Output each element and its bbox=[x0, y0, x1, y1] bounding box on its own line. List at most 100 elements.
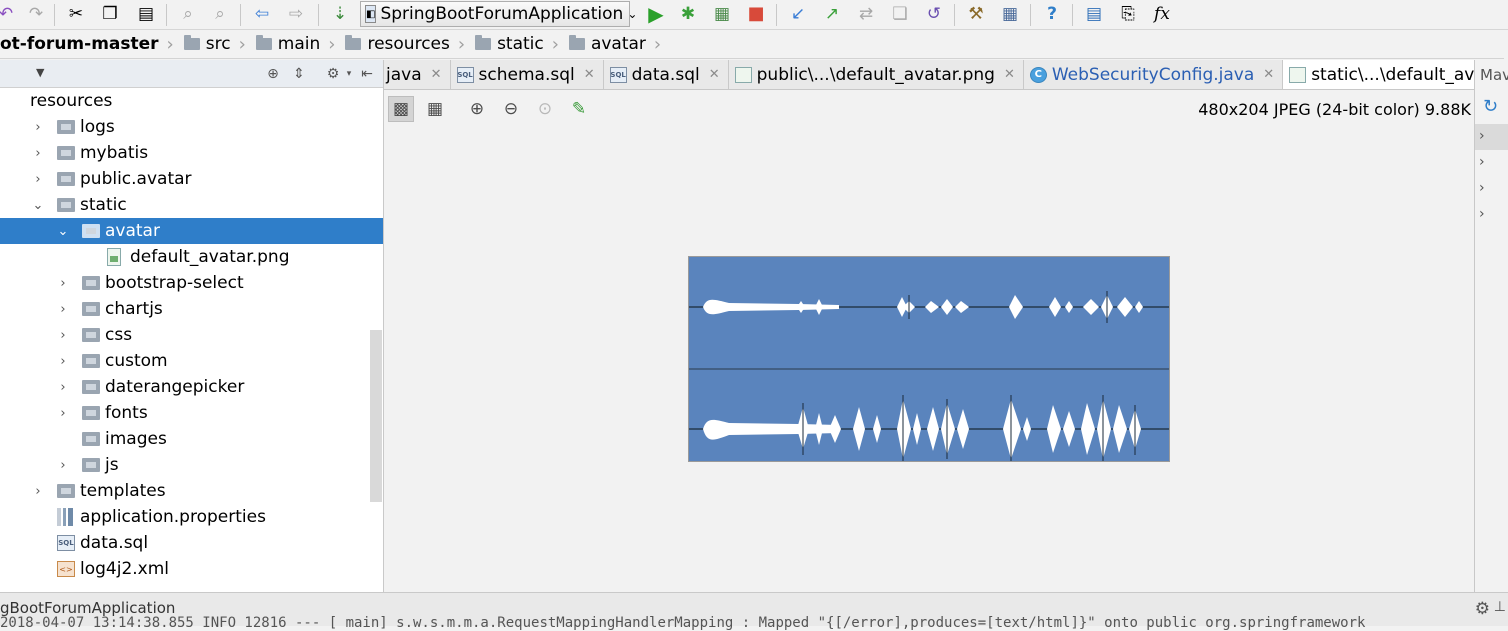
editor-tab[interactable]: SQL data.sql ✕ bbox=[604, 60, 729, 89]
close-icon[interactable]: ✕ bbox=[1263, 67, 1274, 82]
run-icon[interactable]: ▶ bbox=[644, 2, 668, 26]
locate-icon[interactable]: ⊕ bbox=[264, 65, 282, 83]
editor-tab[interactable]: SQL schema.sql ✕ bbox=[451, 60, 604, 89]
tree-scrollbar[interactable] bbox=[370, 330, 382, 502]
vcs-history-icon[interactable]: ❏ bbox=[888, 2, 912, 26]
project-structure-icon[interactable]: ▦ bbox=[998, 2, 1022, 26]
close-icon[interactable]: ✕ bbox=[584, 67, 595, 82]
copy-icon[interactable]: ❐ bbox=[98, 2, 122, 26]
hide-panel-icon[interactable]: ⇤ bbox=[358, 65, 376, 83]
maven-row-expander[interactable]: › bbox=[1479, 128, 1485, 144]
zoom-out-icon[interactable]: ⊖ bbox=[498, 96, 524, 122]
hide-icon[interactable]: ⊥ bbox=[1494, 599, 1506, 615]
view-dropdown-icon[interactable]: ▼ bbox=[36, 66, 44, 79]
tree-item[interactable]: › public.avatar bbox=[0, 166, 383, 192]
run-config-label: SpringBootForumApplication bbox=[380, 4, 624, 24]
maven-row-expander[interactable]: › bbox=[1479, 154, 1485, 170]
zoom-in-icon[interactable]: ⊕ bbox=[464, 96, 490, 122]
editor-tab[interactable]: C WebSecurityConfig.java ✕ bbox=[1024, 60, 1284, 89]
evaluate-icon[interactable]: fx bbox=[1150, 2, 1174, 26]
tree-item[interactable]: › fonts bbox=[0, 400, 383, 426]
tree-item[interactable]: application.properties bbox=[0, 504, 383, 530]
forward-icon[interactable]: ⇨ bbox=[284, 2, 308, 26]
chevron-right-icon[interactable]: › bbox=[56, 406, 70, 421]
close-icon[interactable]: ✕ bbox=[431, 67, 442, 82]
settings-icon[interactable]: ⚒ bbox=[964, 2, 988, 26]
chevron-right-icon[interactable]: › bbox=[31, 172, 45, 187]
tree-item[interactable]: ⌄ static bbox=[0, 192, 383, 218]
gear-dropdown-icon[interactable]: ▾ bbox=[340, 65, 358, 83]
tree-item[interactable]: › templates bbox=[0, 478, 383, 504]
tree-item[interactable]: › css bbox=[0, 322, 383, 348]
chevron-right-icon[interactable]: › bbox=[56, 302, 70, 317]
chevron-right-icon: › bbox=[457, 33, 466, 55]
tree-item[interactable]: › bootstrap-select bbox=[0, 270, 383, 296]
chevron-right-icon[interactable]: › bbox=[31, 484, 45, 499]
maven-panel-title[interactable]: Mav bbox=[1480, 66, 1508, 84]
maven-row-expander[interactable]: › bbox=[1479, 180, 1485, 196]
chevron-right-icon[interactable]: › bbox=[56, 328, 70, 343]
tree-item[interactable]: SQL data.sql bbox=[0, 530, 383, 556]
tree-item[interactable]: › js bbox=[0, 452, 383, 478]
chevron-right-icon[interactable]: › bbox=[56, 380, 70, 395]
close-icon[interactable]: ✕ bbox=[709, 67, 720, 82]
vcs-update-icon[interactable]: ↙ bbox=[786, 2, 810, 26]
help-icon[interactable]: ? bbox=[1040, 2, 1064, 26]
debug-icon[interactable]: ✱ bbox=[676, 2, 700, 26]
paste-icon[interactable]: ▤ bbox=[134, 2, 158, 26]
cut-icon[interactable]: ✂ bbox=[64, 2, 88, 26]
redo-icon[interactable]: ↷ bbox=[24, 2, 48, 26]
chevron-right-icon[interactable]: › bbox=[56, 276, 70, 291]
breadcrumb-project[interactable]: ot-forum-master › bbox=[0, 30, 180, 58]
tree-item[interactable]: default_avatar.png bbox=[0, 244, 383, 270]
undo-icon[interactable]: ↶ bbox=[0, 2, 18, 26]
gear-icon[interactable]: ⚙ bbox=[1475, 599, 1490, 619]
breadcrumb-main[interactable]: main › bbox=[252, 30, 342, 58]
stop-icon[interactable]: ■ bbox=[744, 2, 768, 26]
checkerboard-icon[interactable]: ▩ bbox=[388, 96, 414, 122]
chevron-down-icon[interactable]: ⌄ bbox=[31, 198, 45, 213]
vcs-revert-icon[interactable]: ↺ bbox=[922, 2, 946, 26]
tree-item-label: chartjs bbox=[105, 299, 163, 319]
tree-item[interactable]: ⌄ avatar bbox=[0, 218, 383, 244]
terminal-icon[interactable]: ⎘ bbox=[1116, 2, 1140, 26]
find-icon[interactable]: ⌕ bbox=[176, 2, 200, 26]
tree-item[interactable]: images bbox=[0, 426, 383, 452]
chevron-right-icon[interactable]: › bbox=[56, 354, 70, 369]
image-file-icon bbox=[734, 66, 752, 83]
chevron-right-icon[interactable]: › bbox=[31, 146, 45, 161]
actual-size-icon[interactable]: ⊙ bbox=[532, 96, 558, 122]
tree-item[interactable]: › custom bbox=[0, 348, 383, 374]
tasks-icon[interactable]: ▤ bbox=[1082, 2, 1106, 26]
breadcrumb-avatar[interactable]: avatar › bbox=[565, 30, 667, 58]
maven-row-expander[interactable]: › bbox=[1479, 206, 1485, 222]
vcs-commit-icon[interactable]: ↗ bbox=[820, 2, 844, 26]
chevron-right-icon[interactable]: › bbox=[56, 458, 70, 473]
breadcrumb-src[interactable]: src › bbox=[180, 30, 252, 58]
refresh-icon[interactable]: ↻ bbox=[1483, 96, 1498, 117]
back-icon[interactable]: ⇦ bbox=[250, 2, 274, 26]
editor-tab[interactable]: java ✕ bbox=[384, 60, 451, 89]
run-configuration-select[interactable]: ◧ SpringBootForumApplication ⌄ bbox=[360, 1, 637, 27]
breadcrumb-static[interactable]: static › bbox=[471, 30, 565, 58]
tree-item[interactable]: › daterangepicker bbox=[0, 374, 383, 400]
tree-item[interactable]: resources bbox=[0, 88, 383, 114]
color-picker-icon[interactable]: ✎ bbox=[566, 96, 592, 122]
editor-tab[interactable]: public\...\default_avatar.png ✕ bbox=[729, 60, 1024, 89]
editor-tab[interactable]: static\...\default_avatar.png✕ bbox=[1283, 60, 1474, 89]
chevron-down-icon[interactable]: ⌄ bbox=[56, 224, 70, 239]
close-icon[interactable]: ✕ bbox=[1004, 67, 1015, 82]
breadcrumb-resources[interactable]: resources › bbox=[341, 30, 471, 58]
grid-icon[interactable]: ▦ bbox=[422, 96, 448, 122]
tree-item-label: css bbox=[105, 325, 133, 345]
replace-icon[interactable]: ⌕ bbox=[208, 2, 232, 26]
tree-item[interactable]: › chartjs bbox=[0, 296, 383, 322]
coverage-icon[interactable]: ▦ bbox=[710, 2, 734, 26]
chevron-right-icon[interactable]: › bbox=[31, 120, 45, 135]
build-icon[interactable]: ⇣ bbox=[328, 2, 352, 26]
vcs-compare-icon[interactable]: ⇄ bbox=[854, 2, 878, 26]
tree-item[interactable]: › mybatis bbox=[0, 140, 383, 166]
tree-item[interactable]: › logs bbox=[0, 114, 383, 140]
collapse-all-icon[interactable]: ⇕ bbox=[290, 65, 308, 83]
tree-item[interactable]: <> log4j2.xml bbox=[0, 556, 383, 582]
